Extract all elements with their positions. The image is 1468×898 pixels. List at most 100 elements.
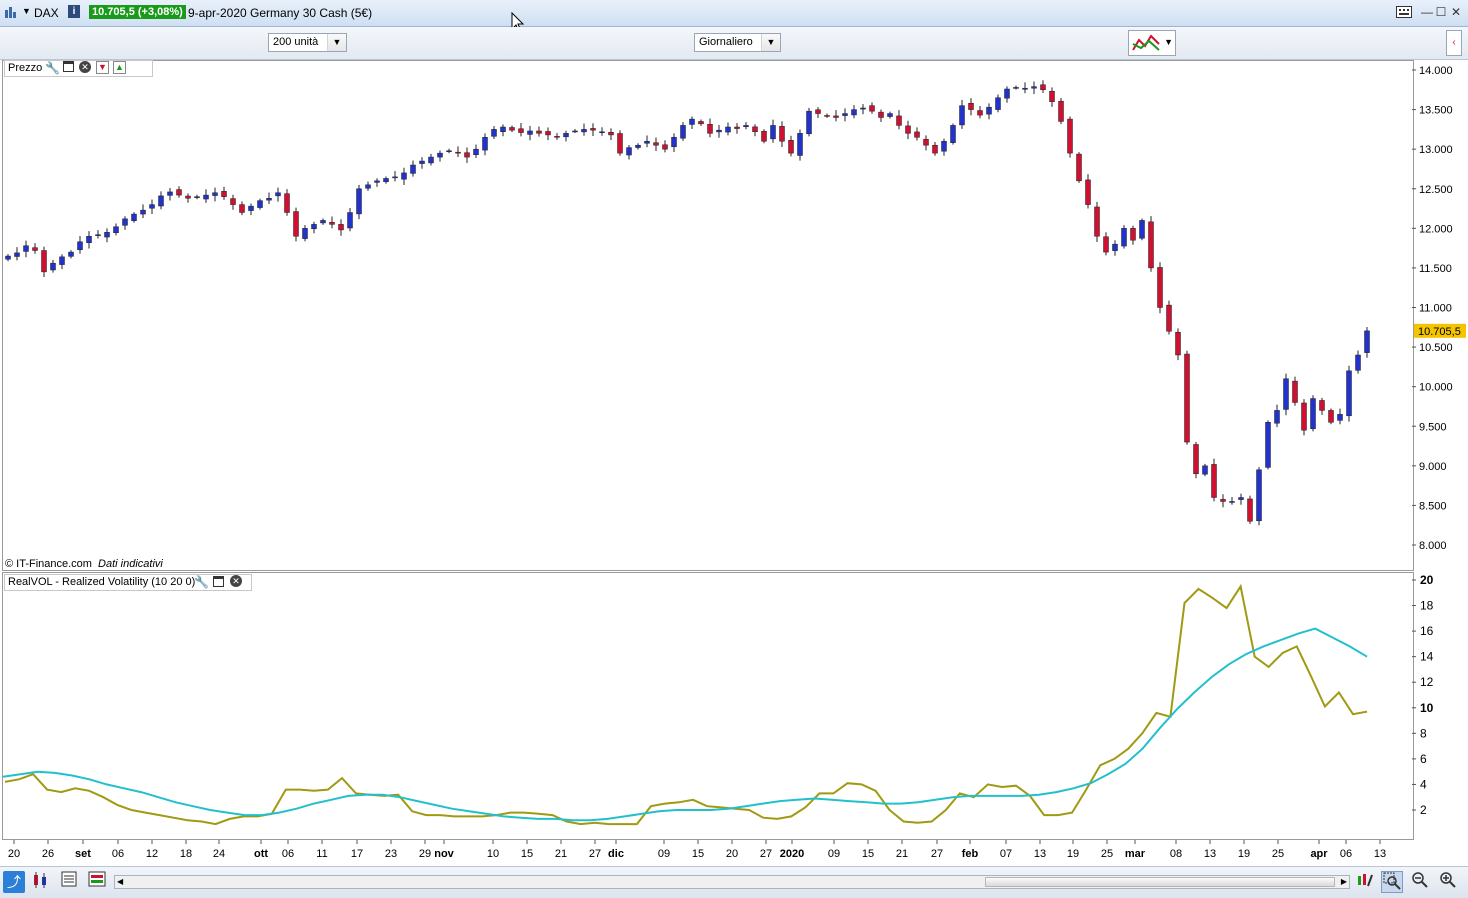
window-icon[interactable]	[213, 576, 224, 587]
candle-body	[374, 180, 380, 183]
candle-body	[545, 131, 551, 136]
candle-body	[1166, 304, 1172, 332]
x-tick-label: 08	[1170, 848, 1182, 860]
candle-body	[887, 113, 893, 117]
info-icon[interactable]: i	[68, 5, 80, 18]
candle-body	[275, 192, 281, 197]
candle-body	[644, 141, 650, 144]
y-tick-label: 9.500	[1419, 421, 1447, 433]
candle-body	[14, 252, 20, 257]
x-tick-label: 24	[213, 848, 225, 860]
candle-body	[221, 191, 227, 197]
move-down-icon[interactable]: ▼	[96, 61, 109, 74]
units-dropdown[interactable]: 200 unità ▼	[268, 33, 347, 52]
candle-body	[482, 137, 488, 151]
price-chart[interactable]: 14.000 13.500 13.000 12.500 12.000 11.500 11.0…	[0, 60, 1468, 570]
scroll-right-icon[interactable]: ▶	[1341, 876, 1347, 888]
minimize-icon[interactable]: —	[1420, 5, 1434, 19]
candle-body	[1157, 267, 1163, 308]
candle-body	[581, 129, 587, 133]
wrench-icon[interactable]: 🔧	[45, 61, 60, 75]
share-icon[interactable]: ⤴	[3, 871, 25, 893]
candle-body	[806, 110, 812, 135]
layout-icon[interactable]	[86, 871, 108, 893]
candle-body	[617, 133, 623, 154]
chevron-down-icon[interactable]: ▼	[327, 34, 346, 51]
x-tick-label: 21	[555, 848, 567, 860]
candle-body	[1274, 410, 1280, 424]
volatility-chart[interactable]: 20 18 16 14 12 10 8 6 4 2	[0, 572, 1468, 840]
zoom-in-icon[interactable]	[1437, 871, 1459, 893]
x-tick-label: 19	[1238, 848, 1250, 860]
candle-body	[599, 131, 605, 133]
candle-body	[419, 160, 425, 164]
candle-body	[23, 245, 29, 252]
app-logo-icon[interactable]	[4, 5, 18, 22]
move-up-icon[interactable]: ▲	[113, 61, 126, 74]
data-table-icon[interactable]	[58, 871, 80, 893]
candle-body	[662, 144, 668, 150]
volatility-series-line	[4, 583, 1368, 826]
candle-body	[1283, 378, 1289, 410]
indicators-button[interactable]: ▼	[1128, 30, 1176, 56]
panel-toggle-icon[interactable]: ‹	[1446, 30, 1462, 56]
maximize-icon[interactable]: ☐	[1434, 5, 1448, 19]
close-panel-icon[interactable]: ✕	[230, 575, 242, 587]
close-icon[interactable]: ✕	[1449, 5, 1463, 19]
y-tick-label: 6	[1420, 752, 1427, 766]
candle-body	[878, 111, 884, 118]
candle-body	[1148, 221, 1154, 269]
candle-body	[1130, 228, 1136, 241]
units-value: 200 unità	[273, 36, 319, 48]
x-tick-label: apr	[1310, 848, 1328, 860]
candle-body	[1139, 220, 1145, 239]
candle-body	[869, 105, 875, 112]
last-price-label: 10.705,5	[1418, 326, 1461, 338]
keyboard-icon[interactable]	[1396, 6, 1412, 20]
volatility-panel-label: RealVOL - Realized Volatility (10 20 0)	[8, 576, 196, 588]
candle-body	[1022, 87, 1028, 90]
scrollbar-thumb[interactable]	[985, 877, 1335, 887]
zoom-out-icon[interactable]	[1409, 871, 1431, 893]
x-tick-label: 07	[1000, 848, 1012, 860]
candle-body	[293, 211, 299, 237]
candle-style-icon[interactable]	[29, 871, 51, 893]
y-tick-label: 12.000	[1419, 223, 1453, 235]
chevron-down-icon[interactable]: ▼	[1164, 37, 1173, 47]
candle-body	[1211, 464, 1217, 498]
y-tick-label: 2	[1420, 803, 1427, 817]
candle-body	[923, 138, 929, 146]
candle-body	[212, 192, 218, 196]
candle-body	[194, 196, 200, 198]
x-tick-label: 29	[419, 848, 431, 860]
x-tick-label: 15	[692, 848, 704, 860]
period-dropdown[interactable]: Giornaliero ▼	[694, 33, 781, 52]
chevron-down-icon[interactable]: ▼	[761, 34, 780, 51]
candle-body	[311, 224, 317, 230]
candle-body	[284, 193, 290, 213]
zoom-selection-icon[interactable]	[1381, 871, 1403, 893]
y-tick-label: 10.000	[1419, 382, 1453, 394]
candle-body	[626, 147, 632, 156]
candle-body	[1175, 331, 1181, 356]
candle-body	[1085, 179, 1091, 205]
candle-body	[455, 151, 461, 154]
candle-body	[689, 118, 695, 125]
candle-body	[1319, 400, 1325, 411]
candle-body	[131, 213, 137, 221]
candle-body	[1256, 469, 1262, 522]
candle-body	[410, 164, 416, 174]
auto-scale-icon[interactable]	[1354, 871, 1376, 893]
symbol-label[interactable]: DAX	[34, 6, 59, 20]
candle-body	[995, 97, 1001, 110]
wrench-icon[interactable]: 🔧	[194, 575, 209, 589]
y-tick-label: 8.000	[1419, 540, 1447, 552]
window-icon[interactable]	[63, 61, 74, 72]
scroll-left-icon[interactable]: ◀	[117, 876, 123, 888]
close-panel-icon[interactable]: ✕	[79, 61, 91, 73]
menu-chevron-icon[interactable]: ▼	[22, 6, 31, 16]
horizontal-scrollbar[interactable]: ◀ ▶	[114, 875, 1350, 889]
candle-body	[1265, 422, 1271, 468]
candle-body	[1202, 465, 1208, 475]
y-tick-label: 8.500	[1419, 500, 1447, 512]
